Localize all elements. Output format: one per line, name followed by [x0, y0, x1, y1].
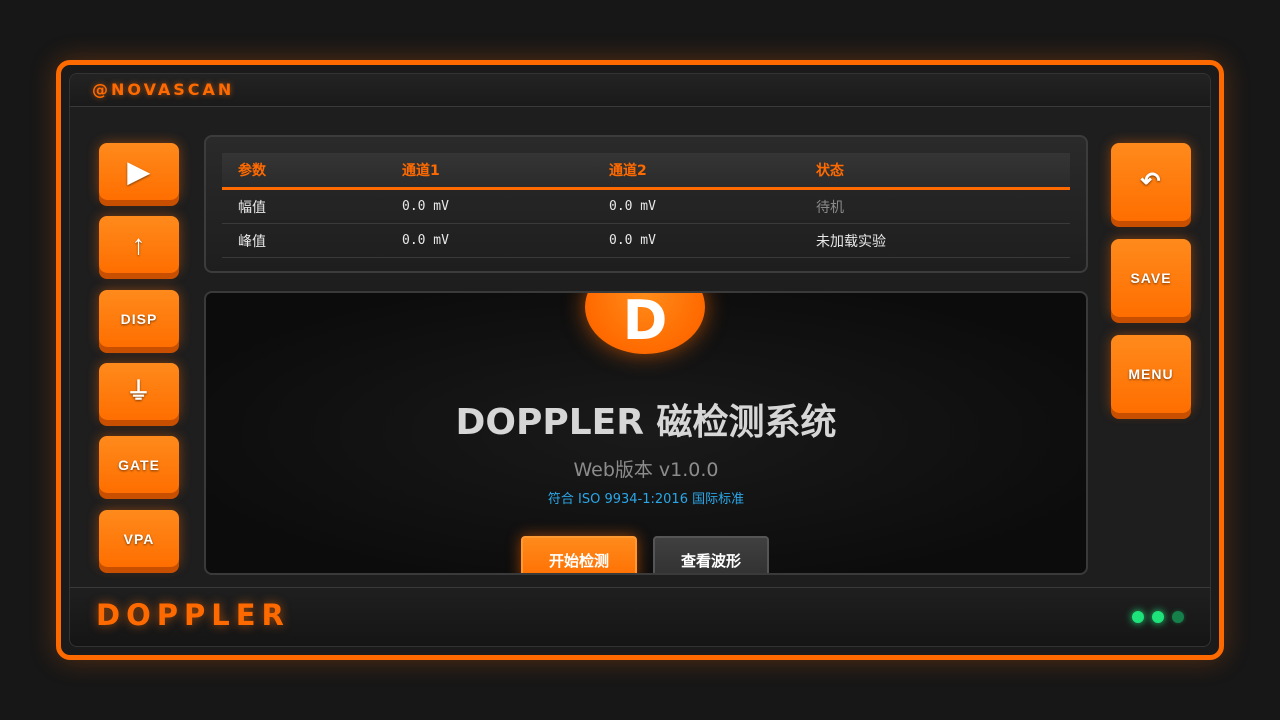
top-bar: @NOVASCAN: [70, 74, 1210, 107]
disp-button-label: DISP: [120, 310, 158, 327]
play-button[interactable]: ▶: [99, 143, 179, 200]
parameter-table: 参数 通道1 通道2 状态 幅值 0.0 mV 0.0 mV 待机 峰值 0.0…: [222, 153, 1070, 258]
save-button-label: SAVE: [1130, 270, 1172, 286]
play-icon: ▶: [127, 155, 151, 187]
status-led-icon: [1152, 611, 1164, 623]
row-channel-1: 0.0 mV: [386, 188, 593, 224]
bottom-bar: DOPPLER: [70, 587, 1210, 646]
start-detection-button[interactable]: 开始检测: [521, 536, 637, 573]
header-param: 参数: [222, 153, 386, 190]
row-param: 峰值: [222, 223, 386, 258]
header-channel-2: 通道2: [593, 153, 800, 190]
brand-tag: @NOVASCAN: [92, 80, 235, 99]
main-display: D DOPPLER 磁检测系统 Web版本 v1.0.0 符合 ISO 9934…: [204, 291, 1088, 575]
logo-badge: D: [585, 291, 705, 354]
row-channel-2: 0.0 mV: [593, 188, 800, 224]
row-status: 待机: [800, 188, 1070, 224]
parameter-panel: 参数 通道1 通道2 状态 幅值 0.0 mV 0.0 mV 待机 峰值 0.0…: [204, 135, 1088, 273]
status-led-icon: [1172, 611, 1184, 623]
device-frame: @NOVASCAN ▶ ↑ DISP ⏚ GATE VPA ↶ SAVE MEN…: [56, 60, 1224, 660]
system-title: DOPPLER 磁检测系统: [455, 402, 837, 443]
vpa-button[interactable]: VPA: [99, 510, 179, 567]
view-waveform-button[interactable]: 查看波形: [653, 536, 769, 573]
version-text: Web版本 v1.0.0: [573, 459, 719, 481]
device-panel: @NOVASCAN ▶ ↑ DISP ⏚ GATE VPA ↶ SAVE MEN…: [69, 73, 1211, 647]
menu-button-label: MENU: [1128, 366, 1174, 382]
disp-button[interactable]: DISP: [99, 290, 179, 347]
row-channel-1: 0.0 mV: [386, 223, 593, 258]
ground-button[interactable]: ⏚: [99, 363, 179, 420]
gate-button[interactable]: GATE: [99, 436, 179, 493]
status-led-icon: [1132, 611, 1144, 623]
menu-button[interactable]: MENU: [1111, 335, 1191, 413]
undo-icon: ↶: [1140, 168, 1162, 195]
row-param: 幅值: [222, 188, 386, 224]
undo-button[interactable]: ↶: [1111, 143, 1191, 221]
ground-icon: ⏚: [126, 377, 152, 405]
standard-text: 符合 ISO 9934-1:2016 国际标准: [547, 492, 745, 507]
logo-letter: D: [622, 291, 668, 352]
table-row: 幅值 0.0 mV 0.0 mV 待机: [222, 188, 1070, 224]
brand-logo-text: DOPPLER: [96, 598, 290, 632]
row-channel-2: 0.0 mV: [593, 223, 800, 258]
save-button[interactable]: SAVE: [1111, 239, 1191, 317]
arrow-up-button[interactable]: ↑: [99, 216, 179, 273]
arrow-up-icon: ↑: [131, 228, 147, 260]
table-header-row: 参数 通道1 通道2 状态: [222, 153, 1070, 190]
vpa-button-label: VPA: [123, 530, 155, 547]
row-status: 未加载实验: [800, 223, 1070, 258]
gate-button-label: GATE: [118, 456, 160, 473]
header-channel-1: 通道1: [386, 153, 593, 190]
table-row: 峰值 0.0 mV 0.0 mV 未加载实验: [222, 223, 1070, 258]
header-status: 状态: [800, 153, 1070, 190]
